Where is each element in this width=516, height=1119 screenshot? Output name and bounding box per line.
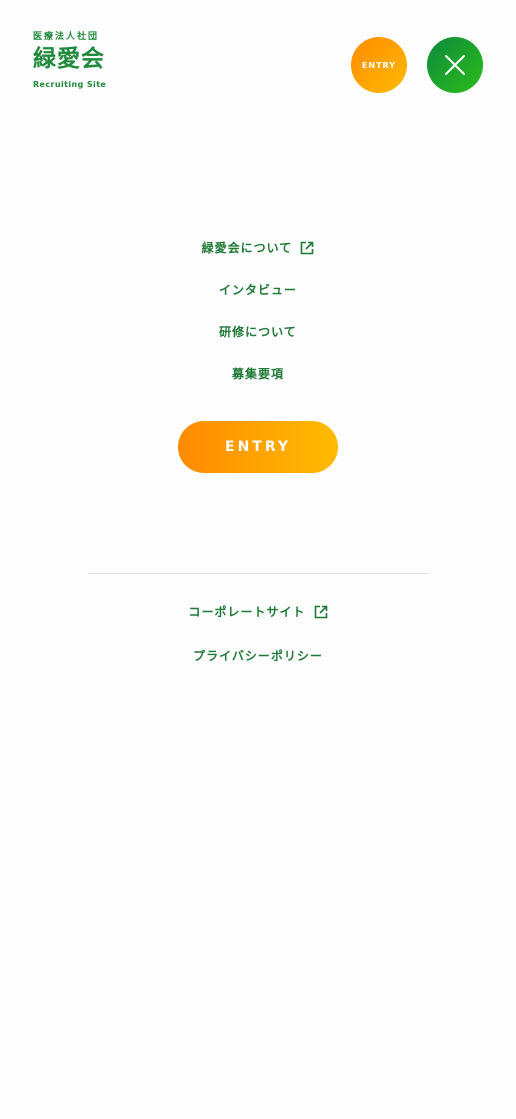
menu-item-label: 研修について — [219, 325, 297, 339]
menu-overlay: 医療法人社団 緑愛会 Recruiting Site ENTRY 緑愛会について… — [0, 0, 516, 1119]
menu-item-training[interactable]: 研修について — [0, 321, 516, 342]
external-link-icon — [300, 241, 314, 255]
link-privacy-policy[interactable]: プライバシーポリシー — [0, 645, 516, 666]
logo-name: 緑愛会 — [33, 46, 105, 72]
menu-item-about[interactable]: 緑愛会について — [0, 237, 516, 258]
footer-links: コーポレートサイト プライバシーポリシー — [0, 601, 516, 689]
logo-tagline: Recruiting Site — [33, 80, 107, 89]
link-label: プライバシーポリシー — [193, 649, 323, 663]
link-label: コーポレートサイト — [188, 605, 306, 619]
divider — [88, 573, 428, 574]
entry-button-label: ENTRY — [225, 439, 291, 455]
menu-item-label: 募集要項 — [231, 367, 284, 381]
menu-item-requirements[interactable]: 募集要項 — [0, 363, 516, 384]
external-link-icon — [314, 605, 328, 619]
site-logo[interactable]: 医療法人社団 緑愛会 Recruiting Site — [33, 31, 106, 91]
header-entry-button[interactable]: ENTRY — [351, 37, 407, 93]
close-menu-button[interactable] — [427, 37, 483, 93]
menu-item-label: 緑愛会について — [201, 241, 293, 255]
main-menu: 緑愛会について インタビュー 研修について 募集要項 — [0, 237, 516, 405]
entry-button[interactable]: ENTRY — [178, 421, 338, 473]
logo-corporation-label: 医療法人社団 — [33, 32, 100, 42]
menu-item-interview[interactable]: インタビュー — [0, 279, 516, 300]
link-corporate-site[interactable]: コーポレートサイト — [0, 601, 516, 622]
close-icon — [445, 55, 465, 75]
menu-item-label: インタビュー — [218, 283, 297, 297]
header-entry-label: ENTRY — [361, 60, 397, 70]
